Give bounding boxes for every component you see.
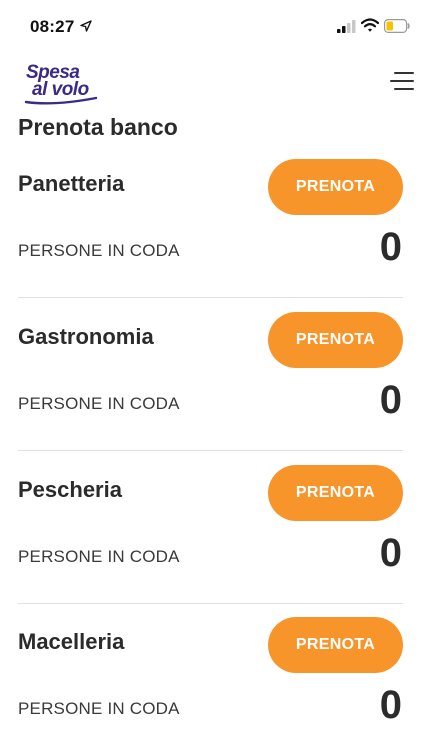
page-title: Prenota banco <box>18 114 178 140</box>
menu-bar-bottom <box>394 88 414 90</box>
logo-swoosh-icon <box>24 96 98 105</box>
status-time: 08:27 <box>30 17 75 36</box>
counter-name: Pescheria <box>18 477 122 502</box>
menu-bar-top <box>394 72 414 74</box>
cellular-signal-icon <box>337 20 356 33</box>
queue-label: PERSONE IN CODA <box>18 699 180 718</box>
spesa-al-volo-logo: Spesa al volo <box>24 62 104 108</box>
app-header: Spesa al volo <box>0 54 422 114</box>
divider <box>18 450 403 451</box>
hamburger-menu-icon[interactable] <box>388 66 418 96</box>
queue-label: PERSONE IN CODA <box>18 394 180 413</box>
queue-label: PERSONE IN CODA <box>18 241 180 260</box>
divider <box>18 603 403 604</box>
menu-bar-middle <box>390 80 414 82</box>
location-arrow-icon <box>80 20 92 32</box>
queue-label: PERSONE IN CODA <box>18 547 180 566</box>
prenota-button-gastronomia[interactable]: PRENOTA <box>268 312 403 368</box>
queue-count: 0 <box>379 531 402 575</box>
queue-count: 0 <box>379 378 402 422</box>
prenota-button-panetteria[interactable]: PRENOTA <box>268 159 403 215</box>
queue-count: 0 <box>379 683 402 727</box>
battery-low-icon <box>384 19 410 33</box>
counter-name: Gastronomia <box>18 324 154 349</box>
queue-count: 0 <box>379 225 402 269</box>
divider <box>18 297 403 298</box>
counter-card-panetteria: Panetteria PRENOTA PERSONE IN CODA 0 <box>0 153 422 305</box>
prenota-button-pescheria[interactable]: PRENOTA <box>268 465 403 521</box>
prenota-button-macelleria[interactable]: PRENOTA <box>268 617 403 673</box>
counter-name: Panetteria <box>18 171 125 196</box>
wifi-icon <box>361 18 379 32</box>
counter-card-macelleria: Macelleria PRENOTA PERSONE IN CODA 0 <box>0 611 422 750</box>
counter-card-gastronomia: Gastronomia PRENOTA PERSONE IN CODA 0 <box>0 306 422 458</box>
counter-card-pescheria: Pescheria PRENOTA PERSONE IN CODA 0 <box>0 459 422 611</box>
status-bar: 08:27 <box>0 0 422 54</box>
counter-name: Macelleria <box>18 629 125 654</box>
